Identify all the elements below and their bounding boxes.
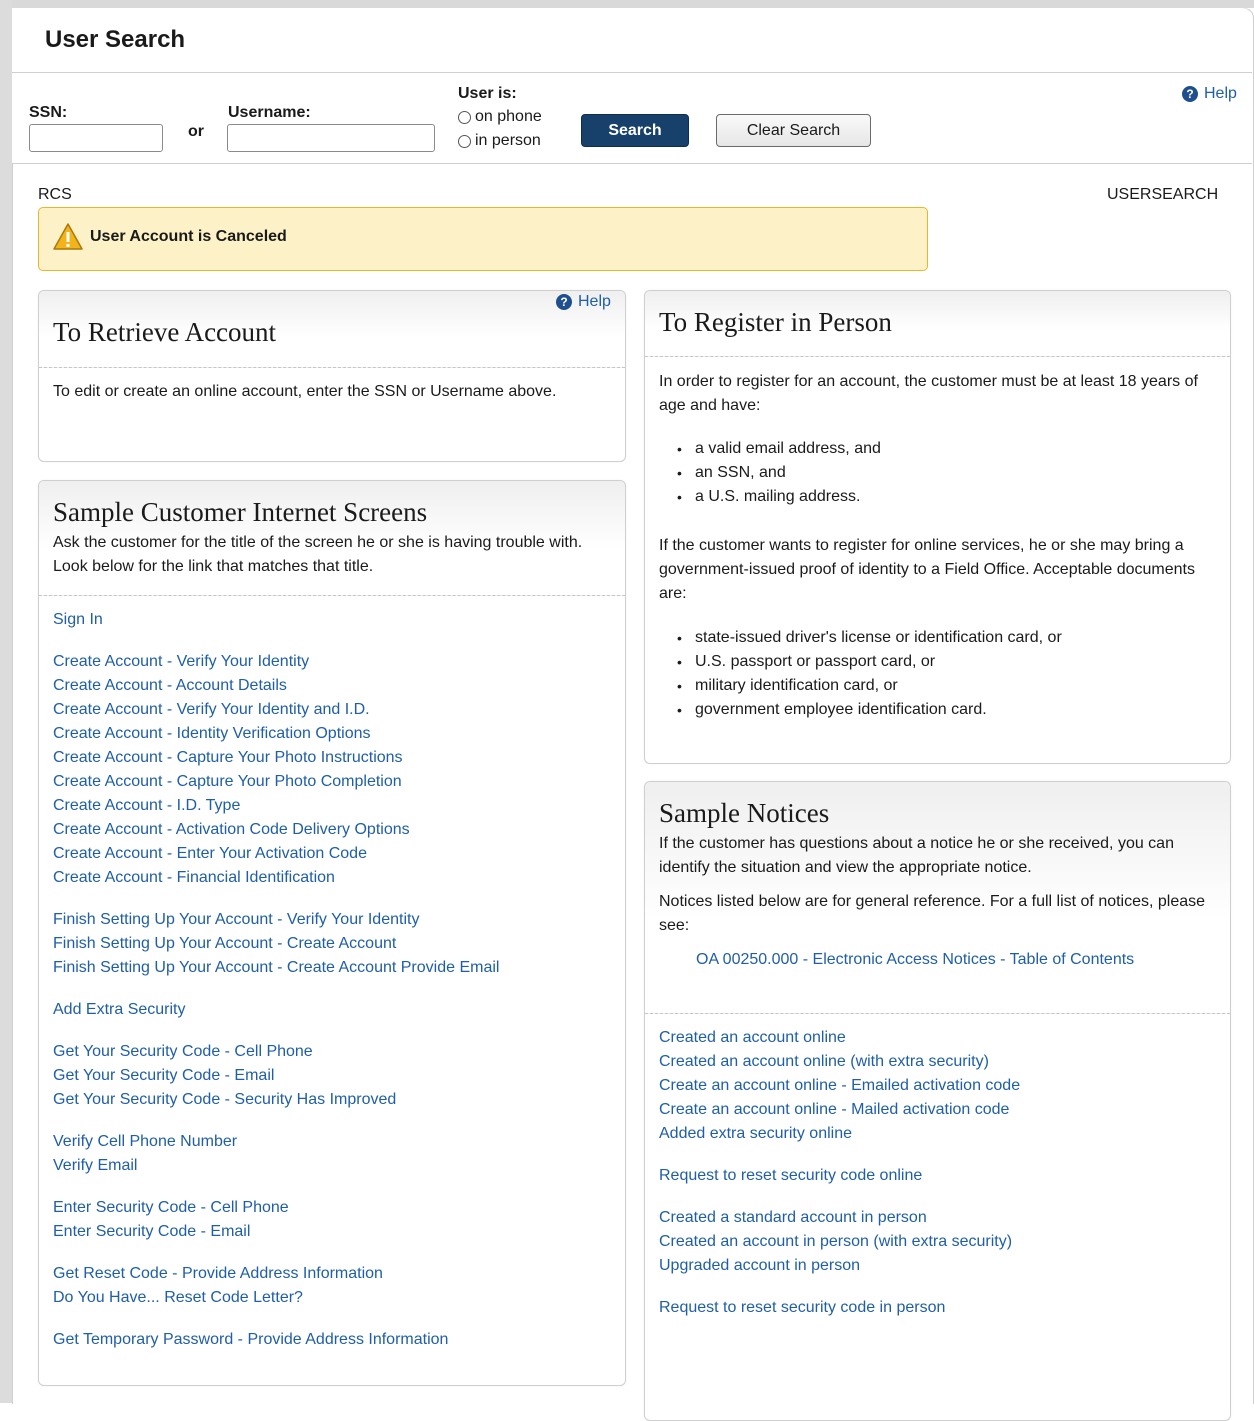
sample-screen-link[interactable]: Create Account - Verify Your Identity an… [53,698,370,722]
sample-screens-title: Sample Customer Internet Screens [53,497,428,527]
help-icon: ? [556,294,572,310]
in-person-option[interactable]: in person [458,132,541,150]
search-button[interactable]: Search [581,114,689,147]
notices-toc-link[interactable]: OA 00250.000 - Electronic Access Notices… [696,948,1134,972]
context-label-left: RCS [38,186,72,203]
clear-search-button[interactable]: Clear Search [716,114,871,147]
sample-notice-link[interactable]: Created a standard account in person [659,1206,927,1230]
help-icon: ? [1182,86,1198,102]
requirement-item: a valid email address, and [677,437,881,461]
sample-screen-link[interactable]: Enter Security Code - Email [53,1220,250,1244]
sample-screen-link[interactable]: Create Account - Identity Verification O… [53,722,371,746]
in-person-label: in person [475,132,541,149]
document-item: government employee identification card. [677,698,1062,722]
sample-screen-link[interactable]: Get Your Security Code - Cell Phone [53,1040,313,1064]
document-item: U.S. passport or passport card, or [677,650,1062,674]
on-phone-option[interactable]: on phone [458,108,542,126]
register-title: To Register in Person [659,307,892,337]
sample-screen-link[interactable]: Finish Setting Up Your Account - Verify … [53,908,419,932]
sample-notices-intro: If the customer has questions about a no… [659,835,1174,876]
or-label: or [188,123,204,140]
requirement-item: an SSN, and [677,461,881,485]
documents-list: state-issued driver's license or identif… [659,626,1062,722]
sample-screen-link[interactable]: Create Account - Financial Identificatio… [53,866,335,890]
sample-notice-link[interactable]: Create an account online - Emailed activ… [659,1074,1020,1098]
sample-notices-header: Sample Notices If the customer has quest… [645,782,1230,1014]
sample-screen-link[interactable]: Enter Security Code - Cell Phone [53,1196,289,1220]
on-phone-label: on phone [475,108,542,125]
sample-screen-link[interactable]: Verify Email [53,1154,137,1178]
sample-screen-link[interactable]: Create Account - Capture Your Photo Inst… [53,746,403,770]
sample-screen-link[interactable]: Create Account - Account Details [53,674,287,698]
warning-icon [53,223,83,250]
sample-screen-link[interactable]: Do You Have... Reset Code Letter? [53,1286,303,1310]
sample-screens-panel: Sample Customer Internet Screens Ask the… [38,480,626,1386]
retrieve-help-link[interactable]: ? Help [556,293,611,311]
document-item: military identification card, or [677,674,1062,698]
sample-screens-intro: Ask the customer for the title of the sc… [53,534,583,575]
register-middle-text: If the customer wants to register for on… [659,537,1195,602]
sample-notices-reference: Notices listed below are for general ref… [659,893,1206,934]
retrieve-account-header: To Retrieve Account ? Help [39,291,625,368]
sample-notices-panel: Sample Notices If the customer has quest… [644,781,1231,1421]
sample-screen-link[interactable]: Get Your Security Code - Email [53,1064,274,1088]
sample-screen-link[interactable]: Get Temporary Password - Provide Address… [53,1328,448,1352]
sample-screen-link[interactable]: Create Account - Activation Code Deliver… [53,818,410,842]
alert-message: User Account is Canceled [90,228,287,245]
ssn-label: SSN: [29,104,68,121]
sample-screen-link[interactable]: Add Extra Security [53,998,186,1022]
help-link[interactable]: ? Help [1182,85,1237,103]
sample-screen-link[interactable]: Create Account - Capture Your Photo Comp… [53,770,402,794]
sample-notice-link[interactable]: Upgraded account in person [659,1254,860,1278]
register-header: To Register in Person [645,291,1230,357]
search-bar: SSN: or Username: User is: on phone in p… [12,73,1252,164]
requirement-item: a U.S. mailing address. [677,485,881,509]
sample-notice-link[interactable]: Created an account online (with extra se… [659,1050,989,1074]
retrieve-account-title: To Retrieve Account [53,317,277,347]
sample-screen-link[interactable]: Create Account - I.D. Type [53,794,240,818]
on-phone-radio[interactable] [458,110,471,124]
sample-notice-link[interactable]: Create an account online - Mailed activa… [659,1098,1009,1122]
sample-notice-link[interactable]: Created an account online [659,1026,846,1050]
in-person-radio[interactable] [458,134,471,148]
sample-notice-link[interactable]: Request to reset security code online [659,1164,922,1188]
retrieve-account-panel: To Retrieve Account ? Help To edit or cr… [38,290,626,462]
user-is-label: User is: [458,85,517,102]
window-left-edge [0,0,12,1403]
document-item: state-issued driver's license or identif… [677,626,1062,650]
sample-screen-link[interactable]: Get Reset Code - Provide Address Informa… [53,1262,383,1286]
sample-notice-link[interactable]: Created an account in person (with extra… [659,1230,1012,1254]
ssn-input[interactable] [29,124,163,152]
sample-notice-link[interactable]: Request to reset security code in person [659,1296,945,1320]
sample-screen-link[interactable]: Get Your Security Code - Security Has Im… [53,1088,396,1112]
context-label-right: USERSEARCH [1107,186,1219,203]
window-top-edge [0,0,1254,8]
retrieve-help-label: Help [578,293,611,310]
username-input[interactable] [227,124,435,152]
sample-notice-link[interactable]: Added extra security online [659,1122,852,1146]
status-alert: User Account is Canceled [38,207,928,271]
sample-notices-title: Sample Notices [659,798,830,828]
sample-screen-link[interactable]: Sign In [53,608,103,632]
sample-screens-header: Sample Customer Internet Screens Ask the… [39,481,625,596]
title-bar: User Search [12,8,1252,73]
sample-screen-link[interactable]: Verify Cell Phone Number [53,1130,237,1154]
sample-screen-link[interactable]: Finish Setting Up Your Account - Create … [53,932,396,956]
register-intro: In order to register for an account, the… [659,373,1198,414]
sample-screen-link[interactable]: Create Account - Enter Your Activation C… [53,842,367,866]
register-in-person-panel: To Register in Person In order to regist… [644,290,1231,764]
retrieve-account-text: To edit or create an online account, ent… [53,383,557,400]
sample-screen-link[interactable]: Finish Setting Up Your Account - Create … [53,956,499,980]
sample-screen-link[interactable]: Create Account - Verify Your Identity [53,650,309,674]
username-label: Username: [228,104,311,121]
requirements-list: a valid email address, andan SSN, anda U… [659,437,881,509]
help-label: Help [1204,85,1237,102]
page-title: User Search [45,26,186,53]
